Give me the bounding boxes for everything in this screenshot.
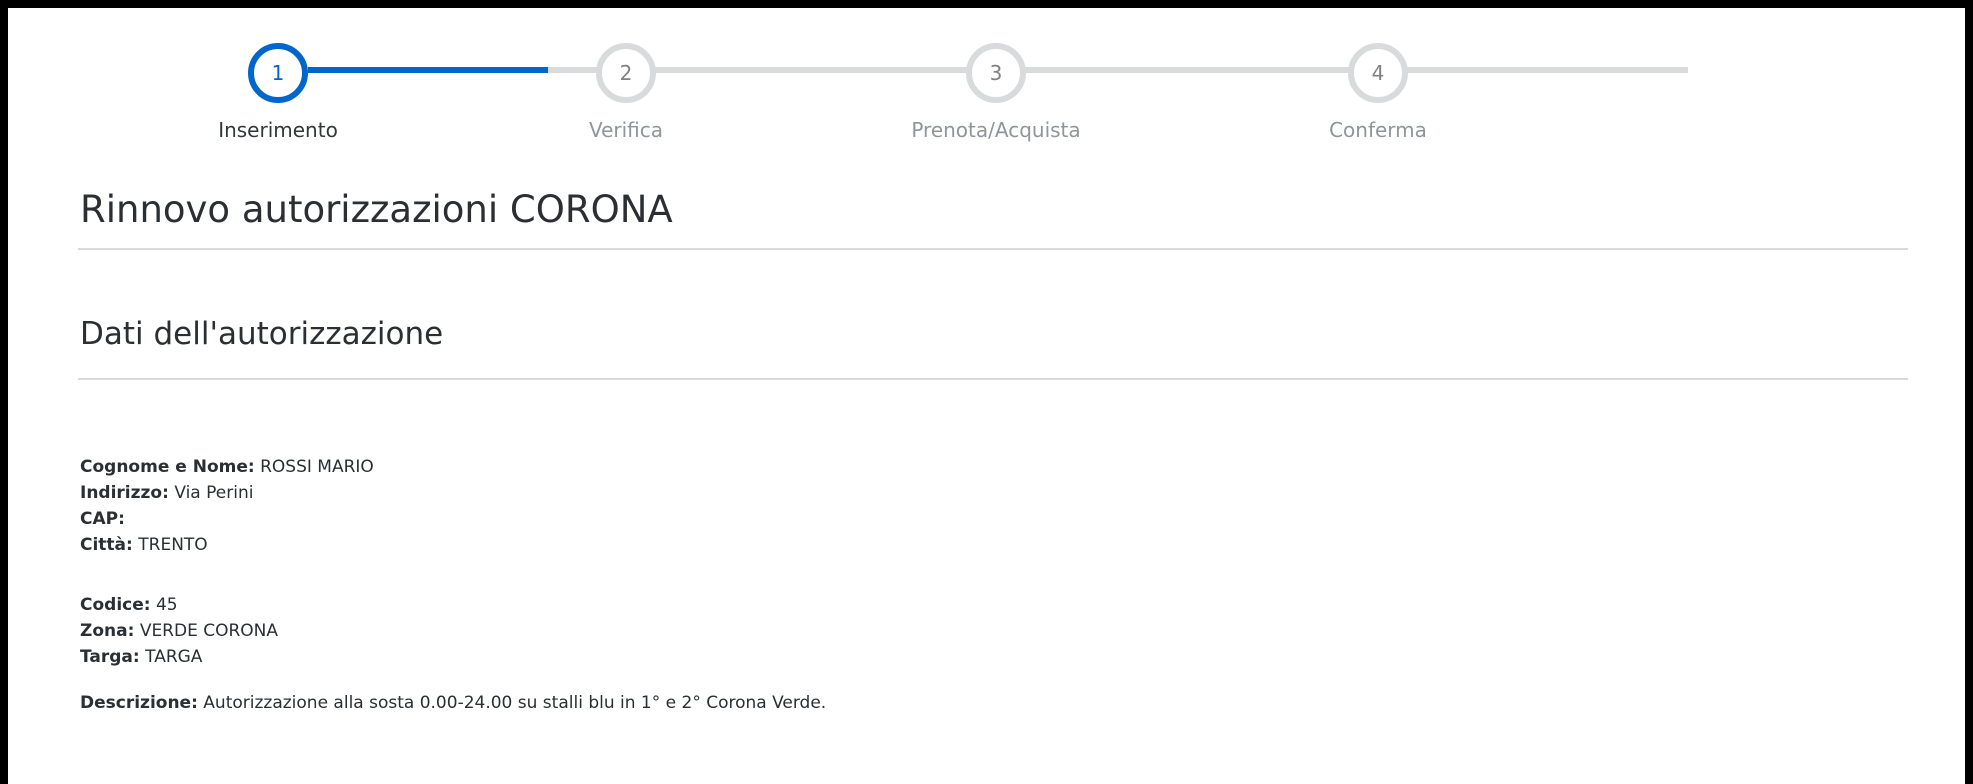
stepper-track-progress — [308, 67, 548, 73]
detail-row-zone: Zona: VERDE CORONA — [80, 618, 826, 644]
step-number-badge: 3 — [966, 43, 1026, 103]
detail-value: TRENTO — [138, 535, 208, 555]
detail-label: Targa — [80, 647, 133, 667]
detail-value: ROSSI MARIO — [260, 457, 374, 477]
detail-row-plate: Targa: TARGA — [80, 644, 826, 670]
step-label: Verifica — [588, 118, 664, 142]
step-label: Conferma — [1329, 118, 1427, 142]
title-divider — [78, 248, 1908, 250]
detail-label: Codice — [80, 595, 144, 615]
detail-label: Cognome e Nome — [80, 457, 248, 477]
detail-value: TARGA — [145, 647, 203, 667]
detail-row-code: Codice: 45 — [80, 592, 826, 618]
section-title: Dati dell'autorizzazione — [80, 316, 444, 352]
step-label: Prenota/Acquista — [911, 118, 1081, 142]
detail-value: 45 — [155, 595, 178, 615]
detail-row-city: Città: TRENTO — [80, 532, 826, 558]
detail-separator: : — [247, 457, 255, 477]
detail-separator: : — [143, 595, 151, 615]
detail-label: Città — [80, 535, 127, 555]
detail-separator: : — [127, 621, 135, 641]
page-frame: 1 Inserimento 2 Verifica 3 Prenota/Acqui… — [8, 8, 1965, 784]
detail-value: VERDE CORONA — [139, 621, 279, 641]
detail-separator: : — [132, 647, 140, 667]
progress-stepper: 1 Inserimento 2 Verifica 3 Prenota/Acqui… — [8, 8, 1965, 148]
detail-separator: : — [118, 509, 125, 529]
detail-value: Via Perini — [174, 483, 254, 503]
section-divider — [78, 378, 1908, 380]
authorization-details: Cognome e Nome: ROSSI MARIO Indirizzo: V… — [80, 454, 826, 716]
detail-row-name: Cognome e Nome: ROSSI MARIO — [80, 454, 826, 480]
detail-row-cap: CAP: — [80, 506, 826, 532]
step-label: Inserimento — [218, 118, 338, 142]
detail-separator: : — [126, 535, 133, 555]
step-number-badge: 1 — [248, 43, 308, 103]
detail-row-address: Indirizzo: Via Perini — [80, 480, 826, 506]
detail-label: Descrizione: — [80, 693, 198, 713]
page-title: Rinnovo autorizzazioni CORONA — [80, 188, 673, 231]
detail-label: CAP — [80, 509, 119, 529]
step-number-badge: 2 — [596, 43, 656, 103]
detail-label: Zona — [80, 621, 128, 641]
detail-value: Autorizzazione alla sosta 0.00-24.00 su … — [203, 693, 827, 713]
detail-row-description: Descrizione: Autorizzazione alla sosta 0… — [80, 690, 826, 716]
detail-separator: : — [162, 483, 169, 503]
step-number-badge: 4 — [1348, 43, 1408, 103]
detail-label: Indirizzo — [80, 483, 163, 503]
